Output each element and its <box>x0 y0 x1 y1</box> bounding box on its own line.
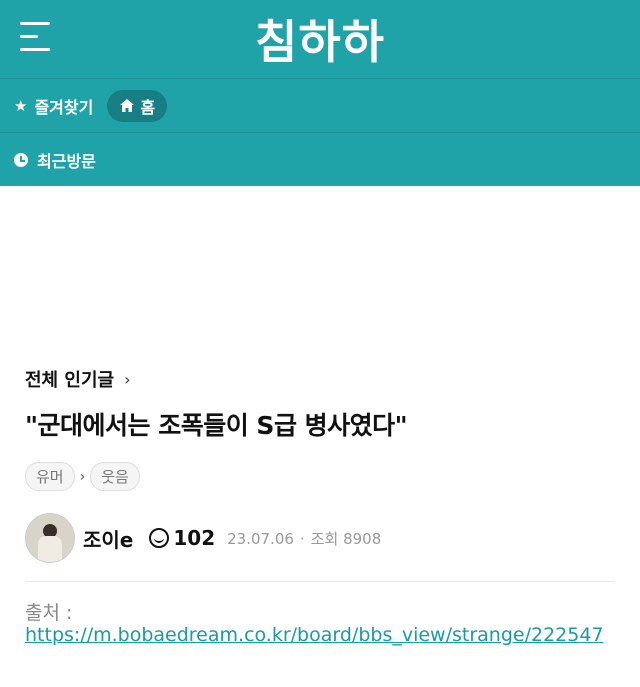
divider <box>25 581 615 582</box>
post-meta: 23.07.06 · 조회 8908 <box>227 529 382 548</box>
tag-humor[interactable]: 유머 <box>25 462 75 491</box>
home-label: 홈 <box>140 97 156 117</box>
author-level: 102 <box>149 526 215 550</box>
tag-laugh[interactable]: 웃음 <box>90 462 140 491</box>
chevron-right-icon: › <box>79 468 86 485</box>
site-logo[interactable]: 침하하 <box>0 6 640 72</box>
clock-icon <box>14 152 28 167</box>
top-bar: 침하하 <box>0 0 640 78</box>
favorites-row: ★ 즐겨찾기 홈 <box>0 78 640 132</box>
source-label: 출처 : <box>25 602 73 624</box>
tag-list: 유머 › 웃음 <box>25 462 615 491</box>
post-title: "군대에서는 조폭들이 S급 병사였다" <box>25 411 408 440</box>
recent-label[interactable]: 최근방문 <box>37 148 96 172</box>
level-value: 102 <box>173 526 216 550</box>
smile-icon <box>149 528 170 548</box>
app-header: 침하하 ★ 즐겨찾기 홈 최근방문 <box>0 0 640 186</box>
post-body: 출처 : https://m.bobaedream.co.kr/board/bb… <box>25 602 615 646</box>
star-icon: ★ <box>14 96 28 115</box>
avatar[interactable] <box>25 513 75 563</box>
recent-row[interactable]: 최근방문 <box>0 132 640 186</box>
source-link[interactable]: https://m.bobaedream.co.kr/board/bbs_vie… <box>25 624 604 646</box>
post-date: 23.07.06 <box>227 529 294 548</box>
author-name[interactable]: 조이e <box>83 524 133 553</box>
views-count: 8908 <box>343 529 382 548</box>
views-label: 조회 <box>310 529 339 548</box>
favorites-label[interactable]: 즐겨찾기 <box>34 94 93 118</box>
home-icon <box>120 99 135 112</box>
author-row: 조이e 102 23.07.06 · 조회 8908 <box>25 513 615 563</box>
post-content: 전체 인기글 › "군대에서는 조폭들이 S급 병사였다" 유머 › 웃음 조이… <box>0 366 640 646</box>
category-label[interactable]: 전체 인기글 <box>25 366 114 392</box>
chevron-right-icon: › <box>124 369 131 389</box>
category-breadcrumb[interactable]: 전체 인기글 › <box>25 366 615 392</box>
home-button[interactable]: 홈 <box>107 89 168 122</box>
